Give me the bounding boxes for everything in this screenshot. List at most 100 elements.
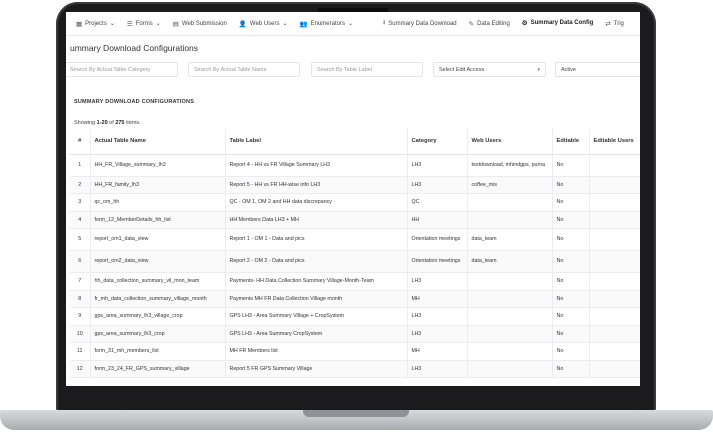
category-cell: Orientation meetings [407,250,468,273]
table-name-cell: form_23_24_FR_GPS_summary_village [90,360,226,378]
web-users-cell [467,290,553,308]
editable-users-cell [589,176,640,194]
table-row[interactable]: 4 form_12_MemberDetails_hh_list HH Members… [70,211,640,229]
table-row[interactable]: 5 report_om1_data_view Report 1 - OM 1 - D… [70,228,640,251]
editable-users-cell [589,290,640,308]
row-index: 7 [70,272,91,291]
edit-access-value: Select Edit Access [439,66,485,73]
table-row[interactable]: 7 hh_data_collection_summary_vil_mon_team… [70,272,640,291]
column-header-table-label[interactable]: Table Label [225,129,408,155]
nav-web-users[interactable]: 👤 Web Users ⌄ [233,12,294,35]
nav-summary-data-download[interactable]: ⭳ Summary Data Download [377,12,463,35]
nav-enumerators[interactable]: 👥 Enumerators ⌄ [294,12,359,35]
database-icon: ▤ [172,20,179,28]
category-cell: LH3 [407,325,468,343]
table-label-cell: Payments- HH Data Collection Summary Vil… [225,272,408,291]
table-row[interactable]: 11 form_31_mh_members_list MH FR Members l… [70,342,640,361]
edit-icon: ✎ [468,20,475,28]
category-cell: MH [407,342,468,361]
nav-summary-data-config[interactable]: ⚙ Summary Data Config [515,12,600,35]
nav-projects[interactable]: ▦ Projects ⌄ [70,12,121,35]
nav-data-editing[interactable]: ✎ Data Editing [463,12,516,35]
table-row[interactable]: 2 HH_FR_family_lh3 Report 5 - HH vs FR HH-… [70,176,640,194]
nav-forms[interactable]: ☰ Forms ⌄ [121,12,167,35]
editable-users-cell [589,193,640,212]
table-row[interactable]: 8 fr_mh_data_collection_summary_village_m… [70,290,640,308]
table-name-cell: gps_area_summary_lh3_crop [90,325,226,343]
table-row[interactable]: 10 gps_area_summary_lh3_crop GPS LH3 - Are… [70,325,640,343]
nav-web-submission[interactable]: ▤ Web Submission [167,12,233,35]
column-header-index[interactable]: # [70,129,91,155]
table-label-cell: Report 1 - OM 1 - Data and pics [225,228,408,251]
column-header-category[interactable]: Category [407,129,468,155]
nav-label: Forms [135,20,153,27]
table-label-cell: QC - OM 1, OM 2 and HH data discrepancy [225,193,408,212]
row-index: 1 [70,154,91,177]
column-header-web-users[interactable]: Web Users [467,129,553,155]
chevron-down-icon: ⌄ [282,21,288,27]
nav-label: Projects [85,20,107,27]
table-name-cell: HH_FR_family_lh3 [90,176,226,194]
web-users-cell [467,360,553,378]
table-row[interactable]: 9 gps_area_summary_lh3_village_crop GPS LH… [70,307,640,326]
column-header-editable[interactable]: Editable [552,129,590,155]
table-row[interactable]: 3 qc_om_hh QC - OM 1, OM 2 and HH data dis… [70,193,640,212]
filter-row: Search By Actual Table Category Search B… [66,62,640,78]
category-cell: LH3 [407,360,468,378]
table-name-cell: fr_mh_data_collection_summary_village_mo… [90,290,226,308]
table-label-cell: MH FR Members list [225,342,408,361]
web-users-cell: data_team [467,250,553,273]
editable-cell: No [552,176,590,194]
laptop-base-notch [303,410,409,417]
chevron-down-icon: ⌄ [109,21,115,27]
editable-cell: No [552,193,590,212]
editable-cell: No [552,211,590,229]
column-header-table-name[interactable]: Actual Table Name [90,129,226,155]
app-screen: ▦ Projects ⌄ ☰ Forms ⌄ ▤ Web Submission … [66,12,640,386]
table-name-cell: report_om1_data_view [90,228,226,251]
nav-label: Data Editing [477,20,510,27]
status-select[interactable]: Active [555,62,640,77]
table-label-cell: Report 5 - HH vs FR HH-wise info LH3 [225,176,408,194]
table-name-cell: gps_area_summary_lh3_village_crop [90,307,226,326]
category-cell: LH3 [407,176,468,194]
row-index: 12 [70,360,91,378]
table-label-cell: GPS LH3 - Area Summary Village + CropSys… [225,307,408,326]
editable-cell: No [552,272,590,291]
row-index: 10 [70,325,91,343]
table-row[interactable]: 12 form_23_24_FR_GPS_summary_village Repor… [70,360,640,378]
table-label-cell: Payments MH FR Data Collection Village m… [225,290,408,308]
editable-cell: No [552,250,590,273]
editable-cell: No [552,307,590,326]
editable-users-cell [589,342,640,361]
category-cell: MH [407,290,468,308]
refresh-icon: ⇄ [605,20,611,28]
nav-triggers[interactable]: ⇄ Trig [599,12,630,35]
editable-users-cell [589,307,640,326]
table-label-search-input[interactable]: Search By Table Label [311,62,423,77]
row-index: 5 [70,228,91,251]
category-search-input[interactable]: Search By Actual Table Category [66,62,178,77]
table-name-search-input[interactable]: Search By Actual Table Name [188,62,300,77]
top-navigation: ▦ Projects ⌄ ☰ Forms ⌄ ▤ Web Submission … [66,12,640,36]
edit-access-select[interactable]: Select Edit Access ▾ [433,62,546,77]
table-label-cell: GPS LH3 - Area Summary CropSystem [225,325,408,343]
table-row[interactable]: 1 HH_FR_Village_summary_lh3 Report 4 - HH … [70,154,640,177]
table-row[interactable]: 6 report_om2_data_view Report 2 - OM 2 - D… [70,250,640,273]
web-users-cell: testdownload, mhindgps, purna [467,154,553,177]
grid-icon: ▦ [76,20,83,28]
forms-icon: ☰ [126,20,133,28]
web-users-cell [467,342,553,361]
column-header-editable-users[interactable]: Editable Users [589,129,640,155]
row-index: 6 [70,250,91,273]
chevron-down-icon: ⌄ [347,21,353,27]
table-name-cell: hh_data_collection_summary_vil_mon_team [90,272,226,291]
editable-users-cell [589,228,640,251]
category-cell: LH3 [407,154,468,177]
web-users-cell [467,211,553,229]
nav-label: Enumerators [310,20,345,27]
nav-label: Web Users [249,20,280,27]
web-users-cell [467,325,553,343]
download-icon: ⭳ [383,19,386,26]
editable-users-cell [589,325,640,343]
